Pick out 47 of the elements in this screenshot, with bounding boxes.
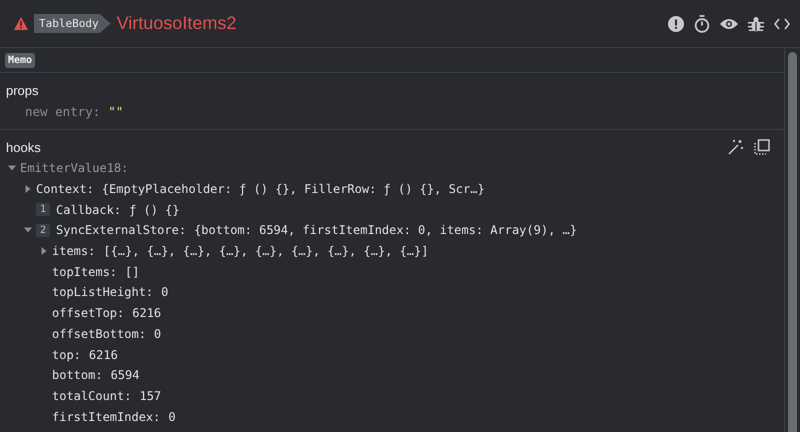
prop-value: ""	[108, 104, 124, 118]
prop-key: new entry:	[25, 104, 100, 118]
hook-value: {bottom: 6594, firstItemIndex: 0, items: Array(9), …}	[194, 223, 577, 238]
hook-key: firstItemIndex:	[52, 410, 160, 424]
collapse-arrow-icon[interactable]	[24, 226, 32, 234]
hook-key: bottom:	[52, 368, 103, 382]
hook-value: []	[125, 264, 140, 279]
hook-key: Callback:	[56, 202, 122, 217]
component-name: VirtuosoItems2	[116, 13, 236, 34]
hook-value: {EmptyPlaceholder: ƒ () {}, FillerRow: ƒ () {}, Scr…}	[102, 182, 485, 196]
wand-icon[interactable]	[728, 139, 744, 155]
bug-icon[interactable]	[748, 16, 764, 32]
hook-index: 1	[36, 203, 50, 216]
hook-key: SyncExternalStore:	[56, 223, 186, 238]
expand-arrow-icon[interactable]	[40, 247, 48, 256]
hook-value: 0	[154, 326, 162, 341]
hook-value: 6216	[132, 306, 162, 320]
copy-icon[interactable]	[754, 139, 770, 155]
expand-arrow-icon[interactable]	[24, 185, 32, 194]
scrollbar-thumb[interactable]	[788, 52, 797, 432]
hook-key: top:	[52, 348, 81, 362]
hook-key: topItems:	[52, 264, 118, 279]
memo-badge: Memo	[5, 52, 36, 68]
hook-key: items:	[52, 244, 96, 258]
breadcrumb-tag[interactable]: TableBody	[34, 14, 111, 33]
hook-key: topListHeight:	[52, 285, 154, 300]
hook-key: totalCount:	[52, 388, 132, 403]
hook-index: 2	[36, 224, 50, 237]
hook-key: offsetBottom:	[52, 326, 146, 341]
hook-key: Context:	[36, 182, 94, 196]
hook-value: 6216	[88, 348, 118, 362]
hook-value: [{…}, {…}, {…}, {…}, {…}, {…}, {…}, {…}, {…}]	[103, 244, 428, 258]
section-title: hooks	[6, 140, 41, 154]
hook-value: ƒ () {}	[129, 202, 180, 217]
hook-key: EmitterValue18:	[20, 161, 128, 176]
collapse-arrow-icon[interactable]	[8, 164, 16, 172]
warning-icon	[14, 17, 28, 30]
section-title: props	[6, 82, 39, 98]
hook-value: 6594	[110, 368, 140, 382]
error-icon[interactable]	[668, 16, 684, 32]
hook-value: 0	[168, 410, 176, 424]
hook-key: offsetTop:	[52, 306, 124, 320]
eye-icon[interactable]	[720, 18, 738, 30]
code-icon[interactable]	[774, 18, 790, 30]
hook-value: 0	[161, 285, 168, 300]
hook-value: 157	[139, 388, 162, 403]
stopwatch-icon[interactable]	[694, 14, 710, 32]
